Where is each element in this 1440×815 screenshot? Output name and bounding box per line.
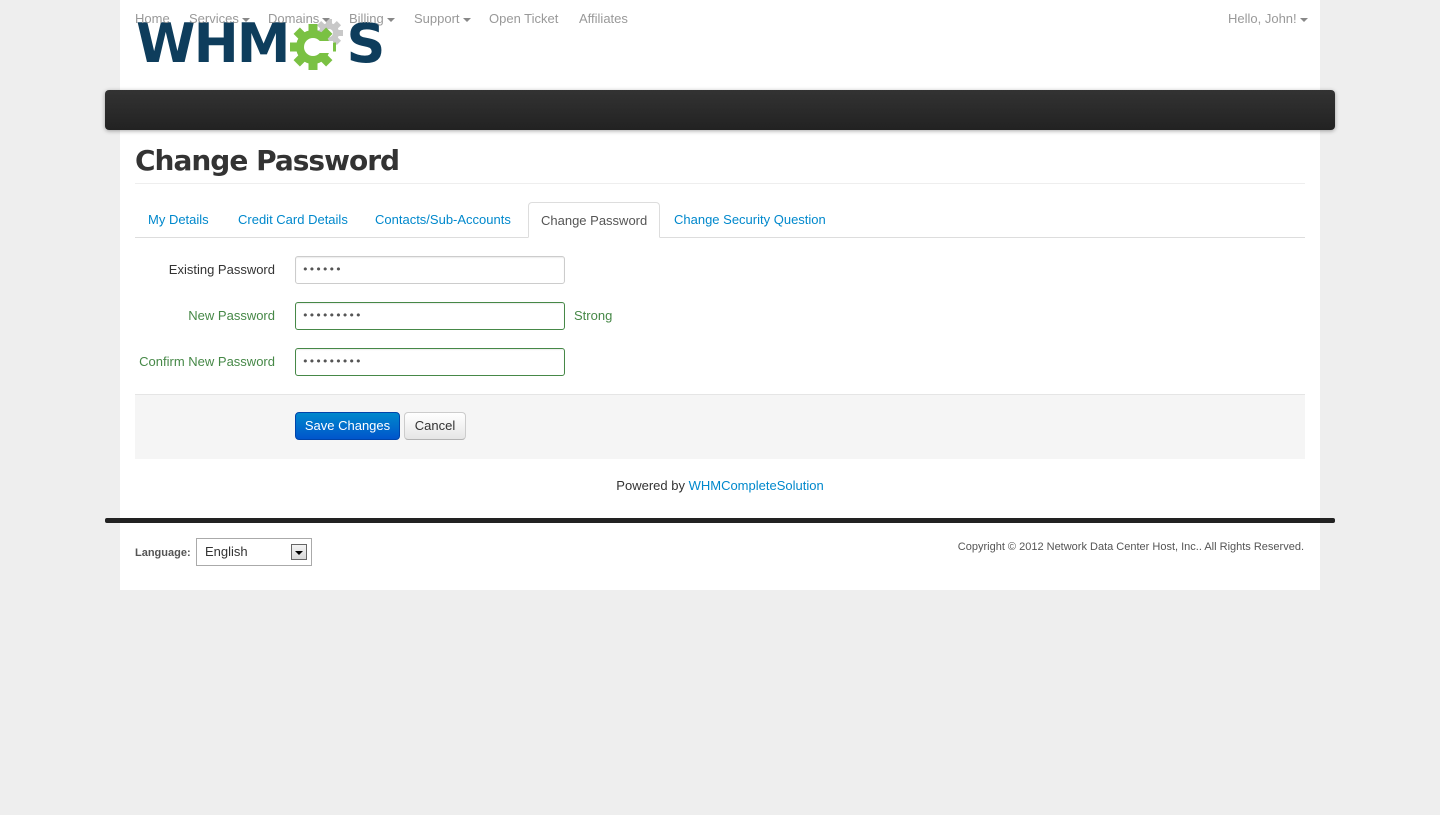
caret-down-icon	[462, 17, 471, 22]
nav-affiliates-label: Affiliates	[579, 11, 628, 26]
nav-billing[interactable]: Billing	[349, 0, 395, 40]
nav-support[interactable]: Support	[414, 0, 471, 40]
nav-home-label: Home	[135, 11, 170, 26]
existing-password-field[interactable]: ••••••	[295, 256, 565, 284]
nav-domains[interactable]: Domains	[268, 0, 331, 40]
nav-domains-label: Domains	[268, 11, 320, 26]
password-strength-indicator: Strong	[574, 308, 613, 323]
powered-by-link[interactable]: WHMCompleteSolution	[689, 478, 824, 493]
page-container	[120, 0, 1320, 590]
confirm-password-field[interactable]: •••••••••	[295, 348, 565, 376]
caret-down-icon	[241, 17, 250, 22]
language-select[interactable]: English	[196, 538, 312, 566]
powered-by-prefix: Powered by	[616, 478, 685, 493]
tab-credit-card-details[interactable]: Credit Card Details	[238, 202, 348, 237]
powered-by: Powered by WHMCompleteSolution	[0, 477, 1440, 495]
new-password-field[interactable]: •••••••••	[295, 302, 565, 330]
caret-down-icon	[322, 17, 331, 22]
nav-affiliates[interactable]: Affiliates	[579, 0, 628, 40]
tab-my-details[interactable]: My Details	[148, 202, 209, 237]
user-menu-label: Hello, John!	[1228, 11, 1297, 26]
tabs-baseline	[135, 237, 1305, 238]
confirm-password-label: Confirm New Password	[139, 354, 275, 369]
new-password-label: New Password	[188, 308, 275, 323]
title-divider	[135, 183, 1305, 184]
nav-support-label: Support	[414, 11, 460, 26]
footer-divider	[105, 518, 1335, 523]
user-menu[interactable]: Hello, John!	[1228, 0, 1308, 40]
page-title: Change Password	[135, 144, 400, 177]
save-changes-button[interactable]: Save Changes	[295, 412, 400, 440]
whmcs-logo[interactable]: WHM S	[136, 14, 385, 74]
dropdown-arrow-icon[interactable]	[291, 544, 307, 560]
caret-down-icon	[386, 17, 395, 22]
nav-open-ticket[interactable]: Open Ticket	[489, 0, 558, 40]
existing-password-label: Existing Password	[168, 262, 275, 277]
nav-open-ticket-label: Open Ticket	[489, 11, 559, 26]
language-selected-value: English	[205, 544, 248, 559]
tab-contacts-sub-accounts[interactable]: Contacts/Sub-Accounts	[375, 202, 511, 237]
nav-billing-label: Billing	[349, 11, 384, 26]
caret-down-icon	[1299, 17, 1308, 22]
tab-change-password[interactable]: Change Password	[528, 202, 661, 238]
cancel-button[interactable]: Cancel	[404, 412, 466, 440]
nav-services[interactable]: Services	[189, 0, 250, 40]
copyright-text: Copyright © 2012 Network Data Center Hos…	[957, 541, 1304, 553]
top-navbar	[105, 90, 1335, 130]
language-label: Language:	[135, 547, 191, 559]
tab-change-security-question[interactable]: Change Security Question	[674, 202, 826, 237]
nav-services-label: Services	[189, 11, 239, 26]
nav-home[interactable]: Home	[135, 0, 170, 40]
